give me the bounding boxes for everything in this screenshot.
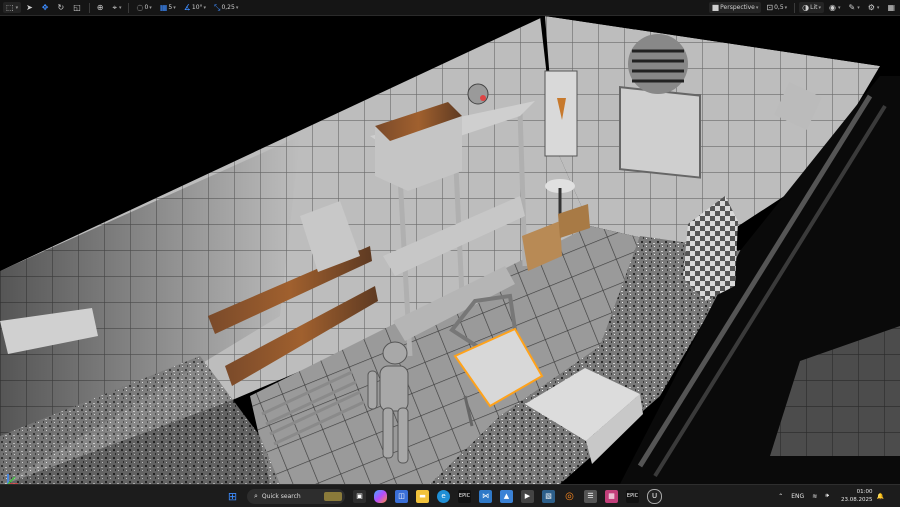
view-mode-label: Perspective (720, 4, 755, 11)
scale-snap-value: 0,25 (221, 4, 235, 11)
store-icon[interactable]: ◫ (395, 489, 408, 503)
snap-rotation-button[interactable]: ◌ 0 ▾ (133, 2, 154, 13)
view-options-button[interactable]: ✎ ▾ (846, 2, 863, 13)
epic-games-icon[interactable]: EPIC (458, 489, 471, 503)
gallery-icon[interactable]: ▧ (542, 489, 555, 503)
media-player-icon[interactable]: ▶ (521, 489, 534, 503)
tray-overflow-chevron-icon[interactable]: ⌃ (778, 493, 783, 500)
viewport-toolbar: ⬚ ▾ ➤ ✥ ↻ ◱ ⊕ ⌖ ▾ ◌ 0 ▾ ▦ 5 ▾ ∡ 10° ▾ ⤡ 0,25 ▾ ■ Pe… (0, 0, 900, 16)
axis-gizmo-icon (7, 474, 18, 484)
search-icon: ⌕ (254, 491, 258, 500)
world-space-button[interactable]: ⊕ (94, 2, 108, 13)
scene-render (0, 16, 900, 484)
move-icon: ✥ (41, 2, 49, 12)
rotation-snap-value: 10° (191, 4, 203, 11)
taskbar: ⊞ ⌕ Quick search ▣ ◫ ▬ e EPIC ⋈ ▲ ▶ ▧ ◎ … (0, 484, 900, 507)
volume-icon[interactable]: 🕪 (825, 492, 829, 500)
wifi-icon[interactable]: ≋ (812, 493, 817, 500)
cursor-icon: ➤ (26, 2, 33, 12)
camera-speed-button[interactable]: ⊡ 0,5 ▾ (763, 2, 790, 13)
toolbar-divider (128, 2, 130, 13)
chevron-down-icon: ▾ (15, 4, 19, 11)
chevron-down-icon: ▾ (876, 4, 880, 11)
chevron-down-icon: ▾ (235, 4, 239, 11)
level-viewport[interactable] (0, 16, 900, 484)
eye-icon: ◉ (829, 2, 837, 12)
language-indicator[interactable]: ENG (791, 493, 804, 500)
snap-rotation-value: 0 (144, 4, 149, 11)
select-mode-button[interactable]: ⬚ ▾ (3, 2, 22, 13)
blender-icon[interactable]: ◎ (563, 490, 576, 503)
surface-snap-icon: ⌖ (112, 2, 117, 12)
chevron-down-icon: ▾ (838, 4, 841, 11)
settings-button[interactable]: ⚙ ▾ (865, 2, 883, 13)
chevron-down-icon: ▾ (857, 4, 860, 11)
clock[interactable]: 01:00 23.08.2025 (841, 488, 873, 504)
app-pink-icon[interactable]: ▦ (605, 489, 618, 503)
tools-icon: ✎ (848, 2, 856, 12)
epic-launcher-icon[interactable]: EPIC (626, 489, 639, 503)
surface-snap-button[interactable]: ⌖ ▾ (109, 2, 124, 13)
select-mode-icon: ⬚ (6, 2, 14, 12)
grid-icon: ▦ (159, 2, 168, 12)
axis-gizmo (6, 472, 20, 484)
select-tool-button[interactable]: ➤ (23, 2, 37, 13)
grid-snap-button[interactable]: ▦ 5 ▾ (157, 2, 179, 13)
notifications-bell-icon[interactable]: 🔔 (877, 493, 884, 500)
rotate-tool-button[interactable]: ↻ (54, 2, 68, 13)
scale-snap-icon: ⤡ (214, 2, 221, 12)
angle-icon: ∡ (183, 2, 191, 12)
file-explorer-icon[interactable]: ▬ (416, 489, 429, 503)
scale-snap-button[interactable]: ⤡ 0,25 ▾ (211, 2, 241, 13)
rotation-snap-button[interactable]: ∡ 10° ▾ (181, 2, 209, 13)
lighting-mode-button[interactable]: ◑ Lit ▾ (799, 2, 825, 13)
system-tray: ⌃ ENG ≋ 🕪 01:00 23.08.2025 🔔 (774, 485, 888, 507)
chevron-down-icon: ▾ (784, 4, 788, 11)
visual-studio-icon[interactable]: ⋈ (479, 489, 492, 503)
chevron-down-icon: ▾ (173, 4, 176, 11)
rotate-icon: ↻ (57, 2, 65, 12)
unreal-engine-icon[interactable]: U (647, 488, 662, 504)
edge-browser-icon[interactable]: e (437, 489, 450, 503)
toolbar-divider (794, 2, 796, 13)
show-flags-button[interactable]: ◉ ▾ (826, 2, 844, 13)
copilot-icon[interactable] (374, 489, 387, 503)
globe-icon: ⊕ (96, 2, 104, 12)
database-icon[interactable]: ☰ (584, 489, 597, 503)
photos-icon[interactable]: ▲ (500, 489, 513, 503)
clock-time: 01:00 (856, 489, 873, 495)
view-mode-button[interactable]: ■ Perspective ▾ (708, 2, 762, 13)
camera-icon: ■ (711, 2, 720, 12)
chevron-down-icon: ▾ (818, 4, 822, 11)
snap-icon: ◌ (136, 2, 144, 12)
chevron-down-icon: ▾ (149, 4, 152, 11)
clock-date: 23.08.2025 (841, 497, 873, 503)
camera-speed-icon: ⊡ (766, 2, 774, 12)
task-view-icon[interactable]: ▣ (353, 489, 366, 503)
search-highlight-icon (324, 491, 342, 501)
start-windows-icon[interactable]: ⊞ (226, 490, 239, 503)
chevron-down-icon: ▾ (118, 4, 122, 11)
search-box[interactable]: ⌕ Quick search (247, 488, 345, 504)
lit-sphere-icon: ◑ (802, 2, 810, 12)
search-placeholder: Quick search (261, 492, 301, 500)
chevron-down-icon: ▾ (203, 4, 207, 11)
scale-tool-button[interactable]: ◱ (70, 2, 85, 13)
gear-icon: ⚙ (867, 2, 875, 12)
translate-tool-button[interactable]: ✥ (39, 2, 53, 13)
layout-button[interactable]: ▦ (884, 2, 899, 13)
camera-speed-value: 0,5 (774, 4, 784, 11)
toolbar-divider (88, 2, 90, 13)
grid-size-value: 5 (168, 4, 173, 11)
layout-grid-icon: ▦ (887, 2, 895, 12)
chevron-down-icon: ▾ (755, 4, 759, 11)
scale-icon: ◱ (73, 2, 81, 12)
lighting-mode-label: Lit (810, 4, 818, 11)
